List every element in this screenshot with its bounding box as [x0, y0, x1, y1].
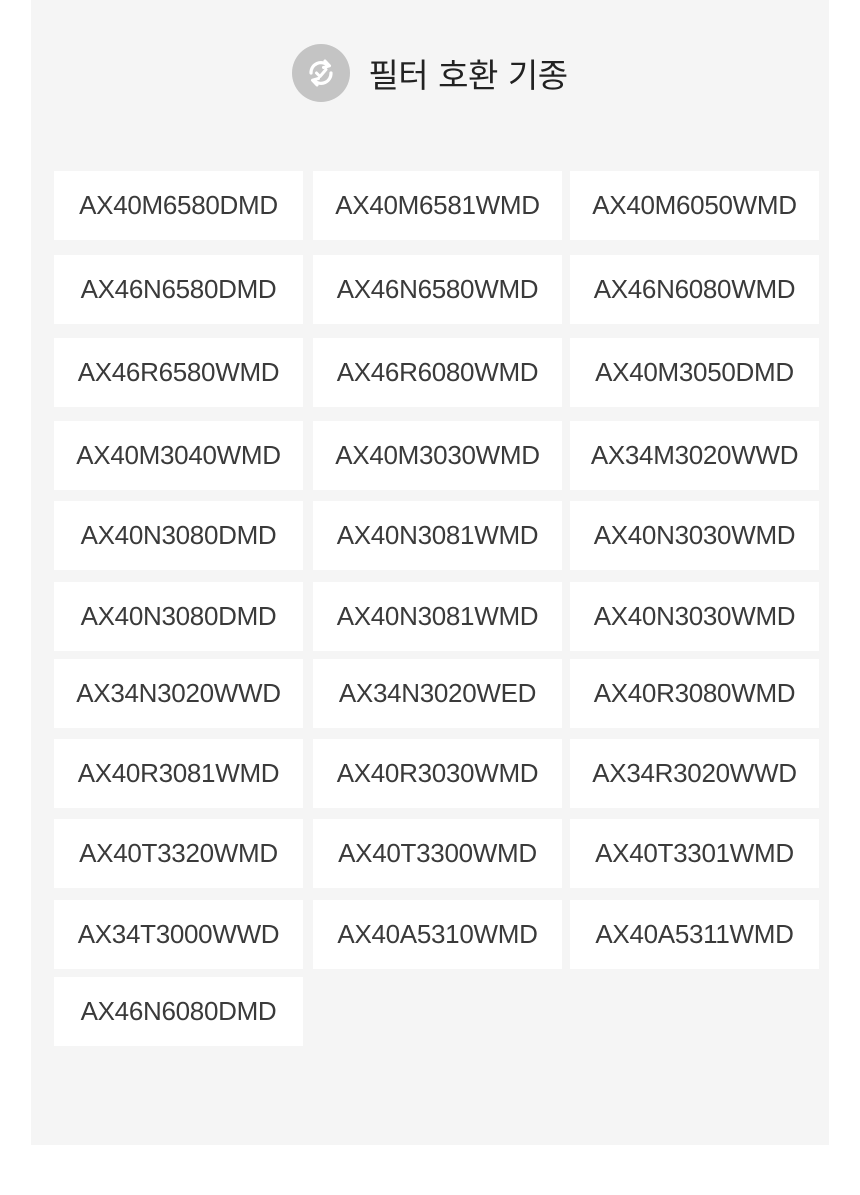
section-header: 필터 호환 기종 [31, 42, 829, 104]
model-item: AX46N6580WMD [313, 255, 562, 324]
model-item: AX34T3000WWD [54, 900, 303, 969]
model-item: AX40M6581WMD [313, 171, 562, 240]
model-item: AX40N3081WMD [313, 582, 562, 651]
model-item: AX40T3300WMD [313, 819, 562, 888]
model-item: AX40M6050WMD [570, 171, 819, 240]
model-item: AX34R3020WWD [570, 739, 819, 808]
model-item: AX40N3081WMD [313, 501, 562, 570]
model-item: AX34M3020WWD [570, 421, 819, 490]
model-item: AX46N6080WMD [570, 255, 819, 324]
model-item: AX46R6080WMD [313, 338, 562, 407]
page-title: 필터 호환 기종 [368, 56, 568, 95]
model-item: AX40R3030WMD [313, 739, 562, 808]
model-item: AX34N3020WWD [54, 659, 303, 728]
compatible-models-panel: 필터 호환 기종 AX40M6580DMD AX40M6581WMD AX40M60… [31, 0, 829, 1145]
refresh-check-icon [292, 44, 351, 102]
model-item: AX46N6080DMD [54, 977, 303, 1046]
model-item: AX40N3030WMD [570, 582, 819, 651]
model-item: AX40N3030WMD [570, 501, 819, 570]
model-item: AX40M3030WMD [313, 421, 562, 490]
model-item: AX40A5310WMD [313, 900, 562, 969]
model-item: AX46R6580WMD [54, 338, 303, 407]
model-item: AX40M6580DMD [54, 171, 303, 240]
model-item: AX40R3080WMD [570, 659, 819, 728]
model-item: AX40R3081WMD [54, 739, 303, 808]
model-item: AX40T3301WMD [570, 819, 819, 888]
model-item: AX40T3320WMD [54, 819, 303, 888]
model-item: AX40N3080DMD [54, 501, 303, 570]
model-item: AX40A5311WMD [570, 900, 819, 969]
model-item: AX34N3020WED [313, 659, 562, 728]
model-item: AX40M3050DMD [570, 338, 819, 407]
model-item: AX40M3040WMD [54, 421, 303, 490]
model-item: AX46N6580DMD [54, 255, 303, 324]
model-item: AX40N3080DMD [54, 582, 303, 651]
